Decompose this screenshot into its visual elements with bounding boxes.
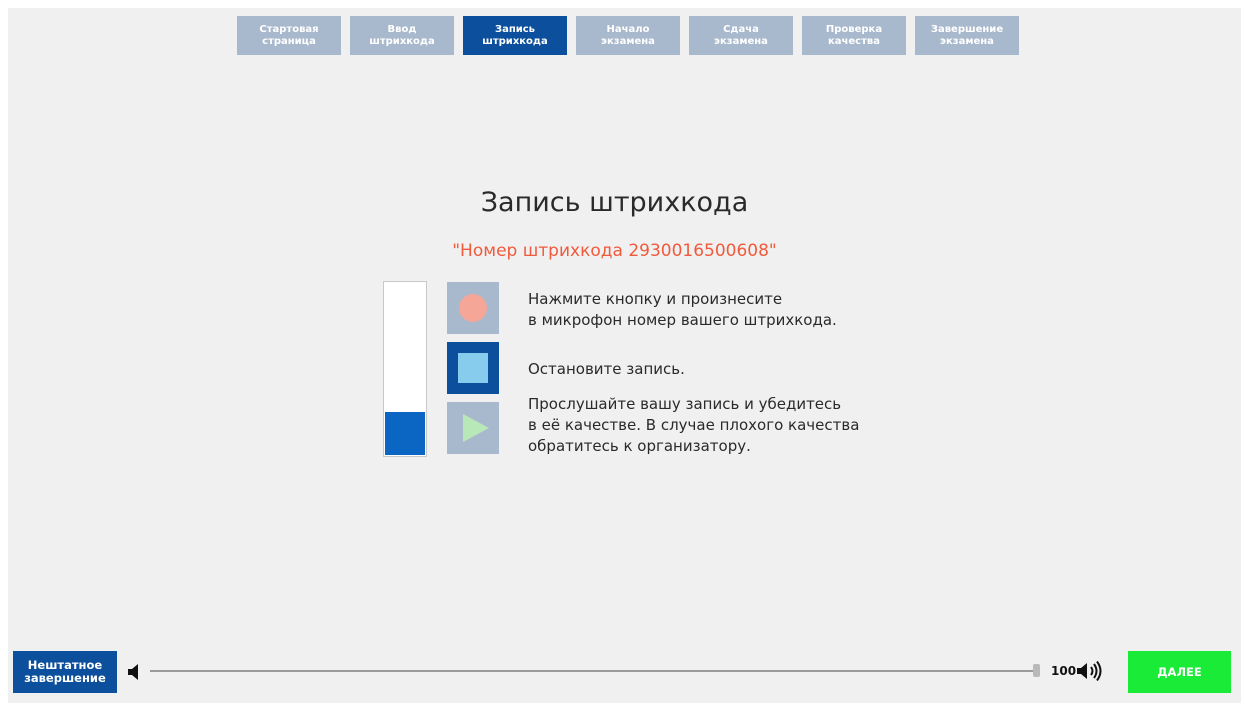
step-quality-check[interactable]: Проверка качества	[802, 16, 906, 55]
app-window	[8, 8, 1241, 703]
abort-button[interactable]: Нештатное завершение	[13, 651, 117, 693]
volume-low-icon[interactable]	[127, 663, 141, 681]
step-navigation: Стартовая страница Ввод штрихкода Запись…	[237, 16, 1019, 55]
barcode-number-text: "Номер штрихкода 2930016500608"	[452, 241, 777, 261]
next-button[interactable]: ДАЛЕЕ	[1128, 651, 1231, 693]
volume-value: 100	[1051, 664, 1077, 678]
mic-level-meter	[383, 281, 427, 457]
record-button[interactable]	[447, 282, 499, 334]
volume-high-icon[interactable]	[1076, 661, 1106, 681]
play-icon	[463, 414, 489, 442]
page-title: Запись штрихкода	[480, 187, 749, 218]
step-exam-finish[interactable]: Завершение экзамена	[915, 16, 1019, 55]
record-icon	[459, 294, 487, 322]
record-instruction: Нажмите кнопку и произнесите в микрофон …	[528, 290, 837, 329]
play-button[interactable]	[447, 402, 499, 454]
step-enter-barcode[interactable]: Ввод штрихкода	[350, 16, 454, 55]
mic-level-fill	[385, 411, 425, 455]
stop-button[interactable]	[447, 342, 499, 394]
play-instruction: Прослушайте вашу запись и убедитесь в её…	[528, 395, 860, 455]
step-exam-start[interactable]: Начало экзамена	[576, 16, 680, 55]
step-start-page[interactable]: Стартовая страница	[237, 16, 341, 55]
step-record-barcode[interactable]: Запись штрихкода	[463, 16, 567, 55]
volume-slider-thumb[interactable]	[1033, 664, 1040, 677]
stop-icon	[458, 353, 488, 383]
stop-instruction: Остановите запись.	[528, 360, 685, 378]
step-exam-taking[interactable]: Сдача экзамена	[689, 16, 793, 55]
volume-slider-track[interactable]	[150, 670, 1035, 672]
